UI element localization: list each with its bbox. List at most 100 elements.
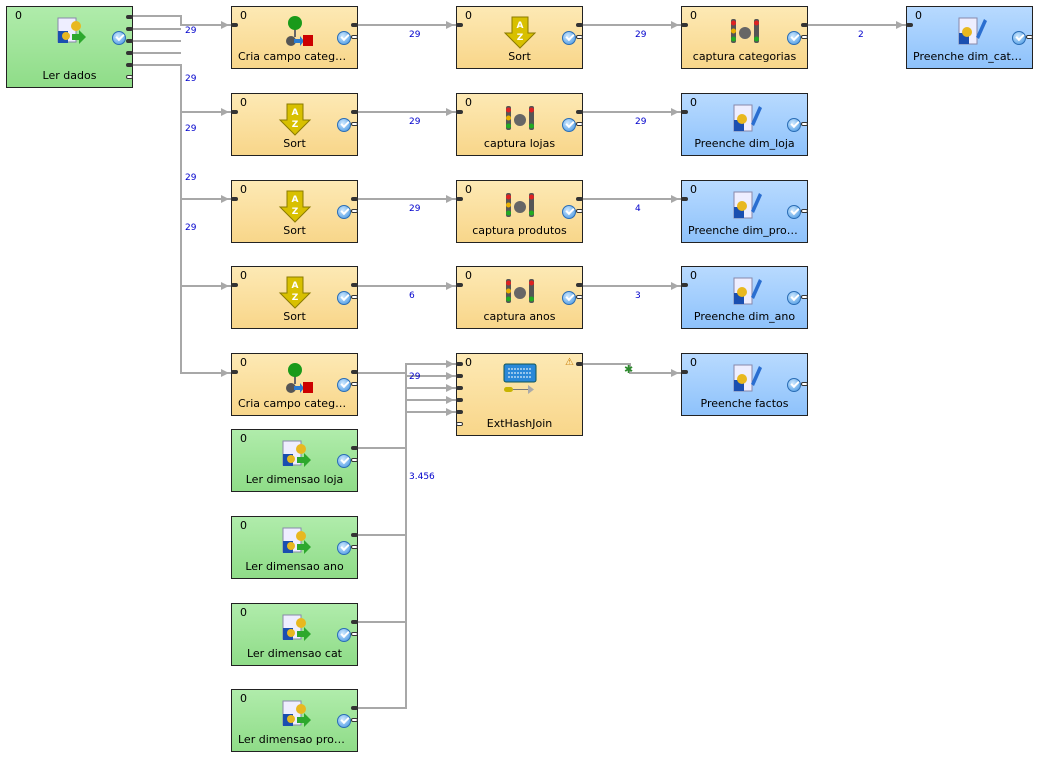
node-cria2[interactable]: 0 Cria campo categoria bbox=[231, 353, 358, 416]
output-port[interactable] bbox=[351, 382, 358, 386]
check-icon bbox=[337, 205, 351, 219]
edge-arrow bbox=[671, 282, 679, 290]
output-port[interactable] bbox=[351, 632, 358, 636]
input-port[interactable] bbox=[231, 283, 238, 287]
output-port[interactable] bbox=[351, 23, 358, 27]
input-port[interactable] bbox=[456, 362, 463, 366]
warning-icon[interactable]: ⚠ bbox=[565, 357, 574, 368]
writer-icon bbox=[733, 364, 762, 392]
writer-icon bbox=[733, 277, 762, 305]
output-port[interactable] bbox=[576, 197, 583, 201]
node-label: ExtHashJoin bbox=[486, 417, 553, 430]
output-port[interactable] bbox=[801, 35, 808, 39]
output-port[interactable] bbox=[576, 295, 583, 299]
input-port[interactable] bbox=[231, 110, 238, 114]
node-dimcat[interactable]: 0 Preenche dim_categoria bbox=[906, 6, 1033, 69]
node-join[interactable]: 0 ⚠ ExtHashJoin bbox=[456, 353, 583, 436]
output-port[interactable] bbox=[126, 15, 133, 19]
node-sort3[interactable]: 0 AZ Sort bbox=[231, 180, 358, 243]
output-port[interactable] bbox=[126, 27, 133, 31]
output-port[interactable] bbox=[351, 533, 358, 537]
node-sort2[interactable]: 0 AZ Sort bbox=[231, 93, 358, 156]
svg-text:Z: Z bbox=[516, 33, 523, 43]
output-port[interactable] bbox=[351, 706, 358, 710]
node-lercat[interactable]: 0 Ler dimensao cat bbox=[231, 603, 358, 666]
node-capprod[interactable]: 0 captura produtos bbox=[456, 180, 583, 243]
input-port[interactable] bbox=[456, 398, 463, 402]
input-port[interactable] bbox=[456, 283, 463, 287]
node-sort1[interactable]: 0 AZ Sort bbox=[456, 6, 583, 69]
node-dimloja[interactable]: 0 Preenche dim_loja bbox=[681, 93, 808, 156]
output-port[interactable] bbox=[576, 283, 583, 287]
node-ler-dados[interactable]: 0 Ler dados bbox=[6, 6, 133, 88]
check-icon bbox=[337, 31, 351, 45]
output-port[interactable] bbox=[351, 718, 358, 722]
output-port[interactable] bbox=[801, 295, 808, 299]
output-port[interactable] bbox=[576, 122, 583, 126]
output-port[interactable] bbox=[351, 110, 358, 114]
output-port[interactable] bbox=[351, 209, 358, 213]
input-port[interactable] bbox=[456, 422, 463, 426]
node-capanos[interactable]: 0 captura anos bbox=[456, 266, 583, 329]
input-port[interactable] bbox=[681, 197, 688, 201]
input-port[interactable] bbox=[456, 110, 463, 114]
input-port[interactable] bbox=[681, 110, 688, 114]
check-icon bbox=[787, 205, 801, 219]
node-cria1[interactable]: 0 Cria campo categoria bbox=[231, 6, 358, 69]
input-port[interactable] bbox=[456, 23, 463, 27]
output-port[interactable] bbox=[801, 122, 808, 126]
input-port[interactable] bbox=[456, 197, 463, 201]
output-port[interactable] bbox=[126, 51, 133, 55]
output-port[interactable] bbox=[351, 545, 358, 549]
output-port[interactable] bbox=[351, 370, 358, 374]
output-port[interactable] bbox=[126, 63, 133, 67]
output-port[interactable] bbox=[576, 110, 583, 114]
sort-icon: AZ bbox=[278, 103, 311, 136]
output-port[interactable] bbox=[351, 620, 358, 624]
check-icon bbox=[337, 118, 351, 132]
edge-record-count: 29 bbox=[635, 117, 647, 127]
check-icon bbox=[337, 291, 351, 305]
input-port[interactable] bbox=[681, 23, 688, 27]
edge-record-count: 6 bbox=[409, 291, 415, 301]
input-port[interactable] bbox=[681, 283, 688, 287]
output-port[interactable] bbox=[1026, 35, 1033, 39]
output-port[interactable] bbox=[351, 122, 358, 126]
input-port[interactable] bbox=[456, 410, 463, 414]
node-lerloja[interactable]: 0 Ler dimensao loja bbox=[231, 429, 358, 492]
node-sort4[interactable]: 0 AZ Sort bbox=[231, 266, 358, 329]
input-port[interactable] bbox=[456, 386, 463, 390]
output-port[interactable] bbox=[801, 209, 808, 213]
check-icon bbox=[337, 541, 351, 555]
output-port[interactable] bbox=[351, 35, 358, 39]
input-port[interactable] bbox=[906, 23, 913, 27]
output-port[interactable] bbox=[801, 382, 808, 386]
output-port[interactable] bbox=[126, 75, 133, 79]
output-port[interactable] bbox=[351, 295, 358, 299]
output-port[interactable] bbox=[351, 283, 358, 287]
node-factos[interactable]: 0 Preenche factos bbox=[681, 353, 808, 416]
input-port[interactable] bbox=[231, 23, 238, 27]
output-port[interactable] bbox=[351, 197, 358, 201]
input-port[interactable] bbox=[231, 370, 238, 374]
input-port[interactable] bbox=[456, 374, 463, 378]
output-port[interactable] bbox=[801, 23, 808, 27]
output-port[interactable] bbox=[351, 446, 358, 450]
output-port[interactable] bbox=[576, 209, 583, 213]
input-port[interactable] bbox=[681, 370, 688, 374]
node-dimano[interactable]: 0 Preenche dim_ano bbox=[681, 266, 808, 329]
node-capcat[interactable]: 0 captura categorias bbox=[681, 6, 808, 69]
node-lerano[interactable]: 0 Ler dimensao ano bbox=[231, 516, 358, 579]
node-dimprod[interactable]: 0 Preenche dim_produto bbox=[681, 180, 808, 243]
output-port[interactable] bbox=[126, 39, 133, 43]
input-port[interactable] bbox=[231, 197, 238, 201]
output-port[interactable] bbox=[576, 23, 583, 27]
node-lerprod[interactable]: 0 Ler dimensao produto bbox=[231, 689, 358, 752]
node-caplojas[interactable]: 0 captura lojas bbox=[456, 93, 583, 156]
edge[interactable] bbox=[133, 15, 231, 26]
output-port[interactable] bbox=[576, 362, 583, 366]
output-port[interactable] bbox=[351, 458, 358, 462]
edge-arrow bbox=[221, 21, 229, 29]
debug-bug-icon[interactable]: ✱ bbox=[624, 363, 633, 376]
output-port[interactable] bbox=[576, 35, 583, 39]
